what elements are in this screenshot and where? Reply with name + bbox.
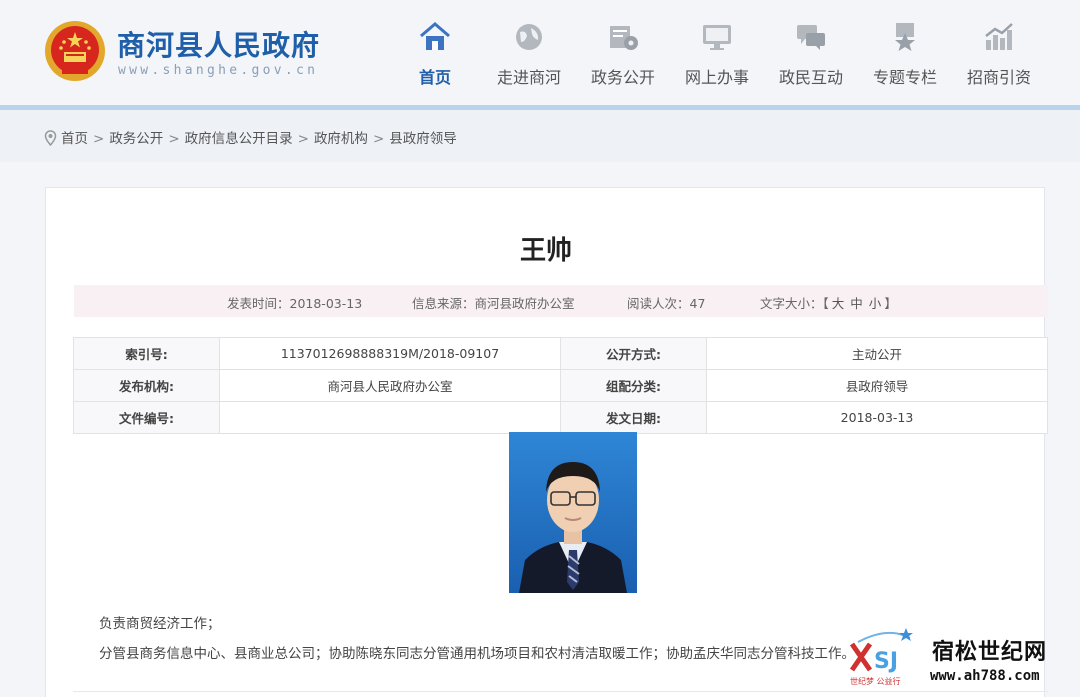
nav-home[interactable]: 首页	[388, 14, 482, 94]
site-title[interactable]: 商河县人民政府	[117, 24, 320, 64]
breadcrumb-county-leaders[interactable]: 县政府领导	[389, 131, 457, 147]
nav-label: 专题专栏	[872, 68, 937, 87]
home-icon	[420, 22, 450, 50]
info-source: 信息来源：商河县政府办公室	[412, 296, 575, 311]
watermark: SJ 世纪梦 公益行 宿松世纪网 www.ah788.com	[848, 626, 1080, 697]
document-info-table: 索引号: 1137012698888319M/2018-09107 公开方式: …	[73, 337, 1048, 434]
publish-time: 发表时间：2018-03-13	[227, 296, 363, 311]
portrait-photo	[509, 432, 637, 593]
breadcrumb-separator: >	[297, 131, 309, 147]
document-number-label: 文件编号:	[73, 401, 220, 434]
issue-date-value: 2018-03-13	[706, 401, 1048, 434]
breadcrumb-separator: >	[168, 131, 180, 147]
view-count: 阅读人次：47	[627, 296, 706, 311]
nav-government-affairs[interactable]: 政务公开	[576, 14, 670, 94]
font-size-control: 文字大小：【大中小】	[760, 293, 897, 312]
watermark-name: 宿松世纪网	[932, 640, 1048, 665]
nav-online-services[interactable]: 网上办事	[670, 14, 764, 94]
font-size-medium[interactable]: 中	[850, 296, 863, 311]
issue-date-label: 发文日期:	[560, 401, 707, 434]
document-number-value	[219, 401, 561, 434]
nav-label: 网上办事	[684, 68, 749, 87]
watermark-logo-icon: SJ	[849, 628, 913, 674]
breadcrumb-info-catalog[interactable]: 政府信息公开目录	[185, 131, 293, 147]
main-nav: 首页 走进商河 政务公开 网上办事 政民互动 专题专栏 招商引资	[388, 14, 1080, 94]
table-row: 文件编号: 发文日期: 2018-03-13	[73, 401, 1048, 434]
nav-label: 政民互动	[778, 68, 843, 87]
index-number-value: 1137012698888319M/2018-09107	[219, 337, 561, 370]
issuer-label: 发布机构:	[73, 369, 220, 402]
article-panel: 王帅 发表时间：2018-03-13 信息来源：商河县政府办公室 阅读人次：47…	[45, 187, 1048, 697]
breadcrumb-home[interactable]: 首页	[61, 131, 88, 147]
duty-paragraph: 负责商贸经济工作；	[99, 616, 221, 632]
nav-about[interactable]: 走进商河	[482, 14, 576, 94]
nav-investment[interactable]: 招商引资	[952, 14, 1046, 94]
breadcrumb-agencies[interactable]: 政府机构	[314, 131, 368, 147]
font-size-label: 文字大小：【	[760, 296, 829, 311]
table-row: 索引号: 1137012698888319M/2018-09107 公开方式: …	[73, 337, 1048, 370]
breadcrumb-separator: >	[93, 131, 105, 147]
nav-label: 首页	[418, 68, 451, 87]
folder-gear-icon	[610, 26, 638, 50]
breadcrumb: 首页 > 政务公开 > 政府信息公开目录 > 政府机构 > 县政府领导	[44, 127, 457, 147]
globe-icon	[516, 24, 542, 50]
nav-interaction[interactable]: 政民互动	[764, 14, 858, 94]
issuer-value: 商河县人民政府办公室	[219, 369, 561, 402]
category-value: 县政府领导	[706, 369, 1048, 402]
article-title: 王帅	[519, 236, 572, 266]
breadcrumb-bar: 首页 > 政务公开 > 政府信息公开目录 > 政府机构 > 县政府领导	[0, 110, 1080, 162]
breadcrumb-separator: >	[372, 131, 385, 147]
font-size-large[interactable]: 大	[832, 296, 845, 311]
font-size-end: 】	[884, 296, 897, 311]
article-meta-bar: 发表时间：2018-03-13 信息来源：商河县政府办公室 阅读人次：47 文字…	[74, 285, 1048, 317]
font-size-small[interactable]: 小	[869, 296, 882, 311]
badge-star-icon	[895, 23, 915, 51]
national-emblem-logo[interactable]	[44, 20, 106, 82]
location-pin-icon	[44, 130, 57, 146]
disclosure-method-value: 主动公开	[706, 337, 1048, 370]
nav-label: 政务公开	[590, 68, 655, 87]
category-label: 组配分类:	[560, 369, 707, 402]
nav-label: 招商引资	[966, 68, 1031, 87]
nav-label: 走进商河	[496, 68, 561, 87]
disclosure-method-label: 公开方式:	[560, 337, 707, 370]
nav-special-topics[interactable]: 专题专栏	[858, 14, 952, 94]
watermark-slogan: 世纪梦 公益行	[850, 677, 901, 686]
monitor-icon	[703, 25, 731, 50]
table-row: 发布机构: 商河县人民政府办公室 组配分类: 县政府领导	[73, 369, 1048, 402]
site-url: www.shanghe.gov.cn	[118, 63, 319, 78]
site-header: 商河县人民政府 www.shanghe.gov.cn 首页 走进商河 政务公开 …	[0, 0, 1080, 105]
bar-chart-icon	[985, 23, 1013, 50]
watermark-url: www.ah788.com	[930, 668, 1040, 684]
chat-icon	[797, 25, 825, 50]
index-number-label: 索引号:	[73, 337, 220, 370]
duty-paragraph: 分管县商务信息中心、县商业总公司；协助陈晓东同志分管通用机场项目和农村清洁取暖工…	[99, 646, 855, 662]
breadcrumb-government-affairs[interactable]: 政务公开	[109, 131, 163, 147]
svg-text:SJ: SJ	[874, 649, 898, 674]
